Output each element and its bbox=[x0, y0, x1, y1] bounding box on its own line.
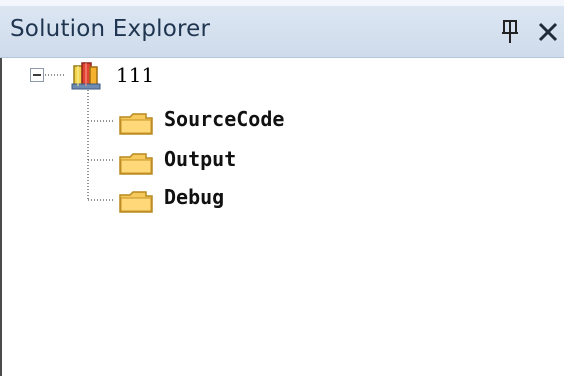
root-node-label: 111 bbox=[116, 63, 155, 87]
solution-explorer-panel: Solution Explorer 111 SourceCode Output … bbox=[0, 0, 564, 376]
solution-tree[interactable]: 111 SourceCode Output Debug bbox=[2, 58, 564, 376]
tree-child-sourcecode[interactable]: SourceCode bbox=[2, 102, 362, 140]
solution-icon bbox=[71, 62, 101, 90]
folder-icon bbox=[119, 113, 153, 135]
folder-icon bbox=[119, 191, 153, 213]
tree-child-label: Output bbox=[164, 147, 237, 171]
pin-icon bbox=[502, 20, 518, 43]
folder-icon bbox=[119, 153, 153, 175]
tree-child-label: Debug bbox=[164, 185, 225, 209]
minus-icon[interactable] bbox=[30, 68, 44, 82]
tree-child-label: SourceCode bbox=[164, 107, 285, 131]
panel-titlebar: Solution Explorer bbox=[0, 6, 564, 58]
tree-root-node[interactable]: 111 bbox=[2, 58, 242, 94]
tree-child-debug[interactable]: Debug bbox=[2, 180, 362, 218]
close-button[interactable] bbox=[534, 16, 564, 46]
close-icon bbox=[538, 22, 558, 42]
tree-child-output[interactable]: Output bbox=[2, 142, 362, 180]
pin-button[interactable] bbox=[499, 18, 521, 46]
panel-title: Solution Explorer bbox=[10, 16, 211, 42]
